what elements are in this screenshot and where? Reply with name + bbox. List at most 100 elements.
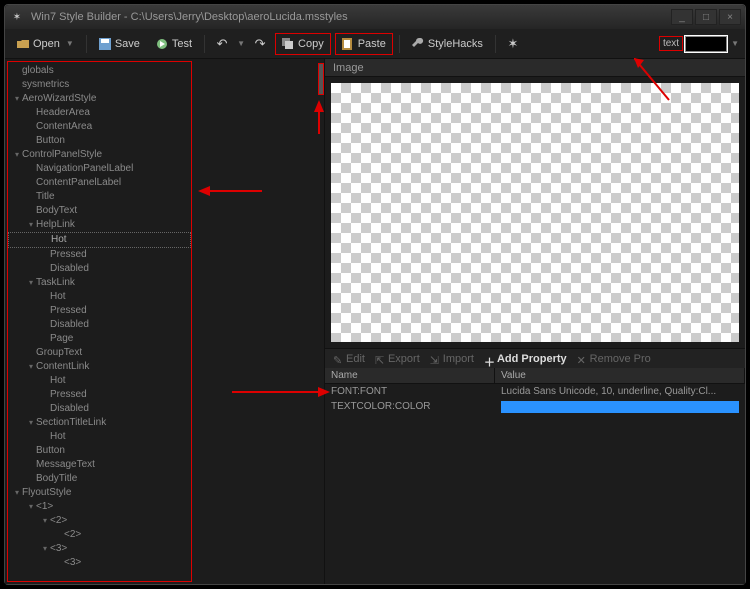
prop-name-cell: TEXTCOLOR:COLOR	[325, 399, 495, 415]
undo-button[interactable]: ↶	[211, 33, 233, 55]
tree-arrow-icon: ▾	[26, 276, 36, 290]
property-table[interactable]: FONT:FONTLucida Sans Unicode, 10, underl…	[325, 384, 745, 584]
tree-arrow-icon: ▾	[26, 416, 36, 430]
magic-icon[interactable]: ✶	[502, 33, 524, 55]
tree-item[interactable]: Disabled	[8, 262, 191, 276]
tree-item-label: <2>	[50, 514, 67, 528]
tree-item[interactable]: ▾TaskLink	[8, 276, 191, 290]
maximize-button[interactable]: □	[695, 9, 717, 25]
tree-item[interactable]: ▾SectionTitleLink	[8, 416, 191, 430]
stylehacks-button[interactable]: StyleHacks	[406, 33, 489, 55]
paste-label: Paste	[358, 38, 386, 50]
tree-arrow-icon: ▾	[26, 218, 36, 232]
test-button[interactable]: Test	[150, 33, 198, 55]
checker-bg	[331, 83, 739, 342]
col-value-header[interactable]: Value	[495, 368, 745, 383]
tree-item[interactable]: ContentPanelLabel	[8, 176, 191, 190]
tree-item[interactable]: ▾<2>	[8, 514, 191, 528]
tree-item[interactable]: globals	[8, 64, 191, 78]
tree-item[interactable]: ▾ContentLink	[8, 360, 191, 374]
splitter-grip[interactable]	[318, 63, 324, 95]
tree-item[interactable]: Hot	[8, 430, 191, 444]
tree-item[interactable]: ContentArea	[8, 120, 191, 134]
export-button[interactable]: ⇱Export	[371, 353, 424, 365]
search-input[interactable]	[685, 36, 727, 52]
chevron-down-icon: ▼	[66, 39, 74, 48]
tree-item[interactable]: Pressed	[8, 304, 191, 318]
tree-item[interactable]: NavigationPanelLabel	[8, 162, 191, 176]
body: globalssysmetrics▾AeroWizardStyleHeaderA…	[5, 59, 745, 584]
prop-value-cell[interactable]	[495, 399, 745, 415]
tree-item-label: AeroWizardStyle	[22, 92, 96, 106]
table-row[interactable]: FONT:FONTLucida Sans Unicode, 10, underl…	[325, 384, 745, 399]
paste-button[interactable]: Paste	[335, 33, 393, 55]
tree-item[interactable]: sysmetrics	[8, 78, 191, 92]
copy-button[interactable]: Copy	[275, 33, 331, 55]
tree-item-label: BodyTitle	[36, 472, 77, 486]
tree-arrow-icon: ▾	[40, 514, 50, 528]
tree-item-label: Hot	[50, 290, 66, 304]
tree-item-label: Pressed	[50, 388, 87, 402]
tree-item[interactable]: Button	[8, 444, 191, 458]
separator	[86, 35, 87, 53]
disk-icon	[99, 38, 111, 50]
tree-item[interactable]: BodyTitle	[8, 472, 191, 486]
style-tree[interactable]: globalssysmetrics▾AeroWizardStyleHeaderA…	[8, 64, 191, 570]
table-row[interactable]: TEXTCOLOR:COLOR	[325, 399, 745, 415]
tree-item-label: Button	[36, 134, 65, 148]
tree-item[interactable]: Button	[8, 134, 191, 148]
tree-item-label: GroupText	[36, 346, 82, 360]
edit-button[interactable]: ✎Edit	[329, 353, 369, 365]
search-label: text	[659, 36, 683, 51]
redo-button[interactable]: ↷	[249, 33, 271, 55]
tree-item[interactable]: <3>	[8, 556, 191, 570]
tree-item[interactable]: Disabled	[8, 402, 191, 416]
copy-icon	[282, 38, 294, 50]
tree-item-label: ContentArea	[36, 120, 92, 134]
tree-item[interactable]: ▾<1>	[8, 500, 191, 514]
tree-item[interactable]: Hot	[8, 290, 191, 304]
tree-item[interactable]: Pressed	[8, 388, 191, 402]
titlebar[interactable]: ✶ Win7 Style Builder - C:\Users\Jerry\De…	[5, 5, 745, 29]
tree-item-label: Disabled	[50, 262, 89, 276]
tree-item[interactable]: Hot	[8, 232, 191, 248]
right-panel: Image ✎Edit ⇱Export ⇲Import ＋Add Propert…	[324, 59, 745, 584]
copy-label: Copy	[298, 38, 324, 50]
tree-item[interactable]: Title	[8, 190, 191, 204]
tree-item[interactable]: ▾HelpLink	[8, 218, 191, 232]
tree-item-label: Disabled	[50, 402, 89, 416]
close-button[interactable]: ×	[719, 9, 741, 25]
tree-panel[interactable]: globalssysmetrics▾AeroWizardStyleHeaderA…	[7, 61, 192, 582]
tree-item[interactable]: ▾<3>	[8, 542, 191, 556]
save-button[interactable]: Save	[93, 33, 146, 55]
tree-item[interactable]: ▾FlyoutStyle	[8, 486, 191, 500]
tree-item[interactable]: Page	[8, 332, 191, 346]
tree-item[interactable]: <2>	[8, 528, 191, 542]
import-button[interactable]: ⇲Import	[426, 353, 478, 365]
tree-item[interactable]: MessageText	[8, 458, 191, 472]
tree-item[interactable]: HeaderArea	[8, 106, 191, 120]
tree-item[interactable]: ▾AeroWizardStyle	[8, 92, 191, 106]
tree-item-label: Pressed	[50, 248, 87, 262]
window-title: Win7 Style Builder - C:\Users\Jerry\Desk…	[31, 11, 671, 23]
tree-item[interactable]: GroupText	[8, 346, 191, 360]
window-buttons: _ □ ×	[671, 9, 741, 25]
tree-item[interactable]: Disabled	[8, 318, 191, 332]
tree-item-label: <3>	[50, 542, 67, 556]
tree-item[interactable]: Pressed	[8, 248, 191, 262]
tree-item[interactable]: BodyText	[8, 204, 191, 218]
tree-item-label: SectionTitleLink	[36, 416, 106, 430]
col-name-header[interactable]: Name	[325, 368, 495, 383]
app-icon: ✶	[9, 9, 25, 25]
tree-item[interactable]: Hot	[8, 374, 191, 388]
image-view[interactable]	[325, 77, 745, 348]
separator	[399, 35, 400, 53]
open-button[interactable]: Open▼	[11, 33, 80, 55]
tree-item-label: <2>	[64, 528, 81, 542]
add-property-button[interactable]: ＋Add Property	[480, 353, 571, 365]
tree-item[interactable]: ▾ControlPanelStyle	[8, 148, 191, 162]
remove-property-button[interactable]: ✕Remove Pro	[573, 353, 655, 365]
minimize-button[interactable]: _	[671, 9, 693, 25]
prop-value-cell[interactable]: Lucida Sans Unicode, 10, underline, Qual…	[495, 384, 745, 399]
tree-item-label: Hot	[51, 233, 67, 247]
